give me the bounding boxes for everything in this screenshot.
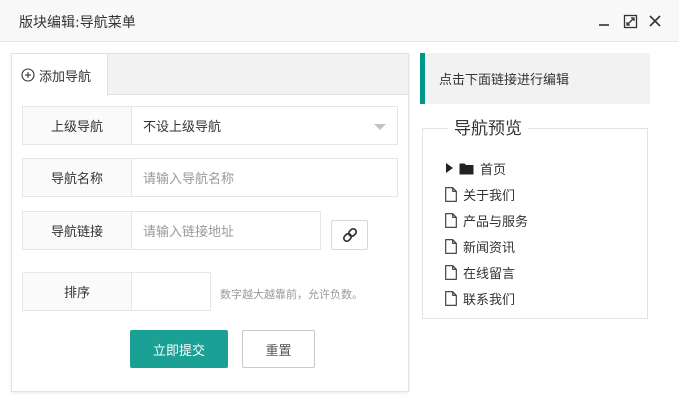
tree-item-news[interactable]: 新闻资讯	[445, 233, 528, 259]
caret-right-icon[interactable]	[445, 163, 453, 173]
tree-item-label: 联系我们	[463, 292, 516, 308]
nav-name-field[interactable]: 请输入导航名称	[132, 158, 398, 197]
dialog-titlebar: 版块编辑:导航菜单	[0, 0, 679, 42]
tree-item-message[interactable]: 在线留言	[445, 259, 528, 285]
file-icon	[445, 290, 457, 306]
tab-label: 添加导航	[39, 69, 92, 85]
order-label: 排序	[22, 272, 132, 311]
submit-button[interactable]: 立即提交	[130, 330, 228, 368]
preview-title: 导航预览	[448, 119, 528, 139]
tree-item-label: 首页	[480, 162, 507, 178]
order-hint: 数字越大越靠前，允许负数。	[220, 288, 363, 301]
parent-nav-label: 上级导航	[22, 106, 132, 145]
minimize-button[interactable]	[595, 12, 613, 30]
tree-item-about[interactable]: 关于我们	[445, 181, 528, 207]
tree-item-label: 产品与服务	[463, 214, 529, 230]
parent-nav-row: 上级导航 不设上级导航	[22, 106, 398, 145]
nav-name-label: 导航名称	[22, 158, 132, 197]
tree-item-label: 在线留言	[463, 266, 516, 282]
parent-nav-select[interactable]: 不设上级导航	[132, 106, 398, 145]
reset-button[interactable]: 重置	[242, 330, 315, 368]
add-circle-icon	[21, 68, 35, 82]
file-icon	[445, 238, 457, 254]
nav-link-field[interactable]: 请输入链接地址	[132, 211, 321, 250]
tree-item-label: 新闻资讯	[463, 240, 516, 256]
tab-add-nav[interactable]: 添加导航	[12, 54, 108, 96]
tree-item-label: 关于我们	[463, 188, 516, 204]
tree-item-home[interactable]: 首页	[445, 155, 528, 181]
choose-link-button[interactable]	[331, 220, 368, 250]
parent-nav-value: 不设上级导航	[143, 120, 222, 135]
link-icon	[342, 227, 357, 243]
maximize-button[interactable]	[621, 12, 639, 30]
folder-icon	[459, 163, 474, 174]
order-row: 排序	[22, 272, 211, 311]
nav-tree: 首页 关于我们 产品与服务 新闻资讯 在线留言 联系我们	[445, 155, 528, 311]
chevron-down-icon	[374, 124, 386, 130]
file-icon	[445, 264, 457, 280]
edit-tip: 点击下面链接进行编辑	[420, 53, 650, 104]
order-field[interactable]	[132, 272, 211, 311]
close-icon	[649, 15, 661, 27]
tab-bar: 添加导航	[12, 54, 408, 96]
tree-item-products[interactable]: 产品与服务	[445, 207, 528, 233]
maximize-icon	[623, 14, 637, 28]
nav-name-row: 导航名称 请输入导航名称	[22, 158, 398, 197]
dialog-title: 版块编辑:导航菜单	[19, 15, 136, 31]
form-panel: 添加导航 上级导航 不设上级导航 导航名称 请输入导航名称 导航链接 请输入链接…	[11, 53, 409, 392]
nav-preview: 导航预览 首页 关于我们 产品与服务 新闻资讯 在线留言 联系我们	[422, 119, 648, 319]
minimize-icon	[599, 24, 609, 26]
nav-link-label: 导航链接	[22, 211, 132, 250]
file-icon	[445, 212, 457, 228]
nav-link-row: 导航链接 请输入链接地址	[22, 211, 321, 250]
close-button[interactable]	[646, 12, 664, 30]
file-icon	[445, 186, 457, 202]
tree-item-contact[interactable]: 联系我们	[445, 285, 528, 311]
